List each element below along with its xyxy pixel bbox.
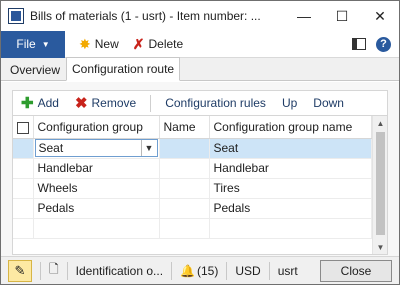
configuration-group-combobox[interactable]: Seat ▼ bbox=[34, 139, 158, 157]
name-cell[interactable] bbox=[159, 158, 210, 179]
configuration-route-grid: Configuration group Name Configuration g… bbox=[12, 115, 388, 255]
grid-table: Configuration group Name Configuration g… bbox=[13, 116, 372, 239]
table-row[interactable]: Handlebar Handlebar bbox=[13, 158, 372, 179]
table-row[interactable]: Seat ▼ Seat bbox=[13, 138, 372, 159]
close-window-button[interactable]: ✕ bbox=[361, 1, 399, 31]
table-row[interactable]: Wheels Tires bbox=[13, 178, 372, 199]
document-icon[interactable]: 🗋 bbox=[49, 260, 59, 281]
identification-status: Identification o... bbox=[75, 263, 164, 278]
sparkle-icon: ✸ bbox=[79, 35, 91, 52]
row-marker bbox=[13, 218, 34, 239]
tab-strip: Overview Configuration route bbox=[1, 57, 399, 81]
minimize-button[interactable]: — bbox=[285, 1, 323, 31]
scroll-up-icon[interactable]: ▲ bbox=[373, 116, 388, 130]
chevron-down-icon: ▼ bbox=[41, 39, 50, 49]
delete-label: Delete bbox=[148, 37, 184, 51]
row-marker[interactable] bbox=[13, 198, 34, 219]
title-bar: Bills of materials (1 - usrt) - Item num… bbox=[1, 1, 399, 31]
configuration-group-cell[interactable]: Handlebar bbox=[33, 158, 160, 179]
file-label: File bbox=[16, 37, 36, 51]
chevron-down-icon[interactable]: ▼ bbox=[140, 140, 157, 156]
empty-cell bbox=[33, 218, 160, 239]
down-button[interactable]: Down bbox=[305, 96, 352, 110]
new-label: New bbox=[94, 37, 119, 51]
row-marker[interactable] bbox=[13, 178, 34, 199]
name-cell[interactable] bbox=[159, 198, 210, 219]
remove-label: Remove bbox=[91, 96, 137, 110]
column-header-configuration-group-name[interactable]: Configuration group name bbox=[209, 116, 372, 139]
tab-overview[interactable]: Overview bbox=[4, 59, 66, 80]
grid-header-row: Configuration group Name Configuration g… bbox=[13, 116, 372, 139]
ribbon-right-tools: ? bbox=[352, 36, 399, 52]
empty-cell bbox=[159, 218, 210, 239]
notifications-status[interactable]: 🔔 (15) bbox=[180, 264, 218, 278]
file-menu-button[interactable]: File ▼ bbox=[1, 30, 65, 58]
status-divider bbox=[66, 261, 68, 280]
bom-window: Bills of materials (1 - usrt) - Item num… bbox=[0, 0, 400, 285]
delete-button[interactable]: ✗ Delete bbox=[133, 36, 183, 53]
vertical-scrollbar[interactable]: ▲ ▼ bbox=[372, 116, 387, 254]
configuration-group-cell[interactable]: Pedals bbox=[33, 198, 160, 219]
help-icon[interactable]: ? bbox=[376, 36, 391, 52]
configuration-group-cell[interactable]: Wheels bbox=[33, 178, 160, 199]
name-cell[interactable] bbox=[159, 178, 210, 199]
status-divider bbox=[40, 261, 41, 280]
configuration-group-cell[interactable]: Seat ▼ bbox=[33, 138, 160, 159]
action-pane: File ▼ ✸ New ✗ Delete ? bbox=[1, 30, 399, 58]
bell-icon: 🔔 bbox=[180, 263, 195, 278]
table-row[interactable]: Pedals Pedals bbox=[13, 198, 372, 219]
configuration-group-name-cell[interactable]: Seat bbox=[209, 138, 372, 159]
select-all-header[interactable] bbox=[13, 116, 34, 139]
empty-cell bbox=[209, 218, 372, 239]
column-header-name[interactable]: Name bbox=[159, 116, 210, 139]
edit-pencil-icon[interactable]: ✎ bbox=[8, 259, 32, 282]
scrollbar-thumb[interactable] bbox=[376, 132, 385, 235]
column-header-configuration-group[interactable]: Configuration group bbox=[33, 116, 160, 139]
add-plus-icon: ✚ bbox=[21, 95, 34, 112]
company-status: usrt bbox=[277, 263, 298, 278]
configuration-group-name-cell[interactable]: Handlebar bbox=[209, 158, 372, 179]
add-button[interactable]: ✚ Add bbox=[13, 94, 67, 112]
window-title: Bills of materials (1 - usrt) - Item num… bbox=[30, 9, 261, 23]
configuration-group-value: Seat bbox=[38, 141, 64, 155]
tab-configuration-route[interactable]: Configuration route bbox=[66, 57, 181, 81]
status-divider bbox=[268, 261, 270, 280]
configuration-group-name-cell[interactable]: Tires bbox=[209, 178, 372, 199]
select-all-checkbox[interactable] bbox=[17, 121, 29, 134]
add-label: Add bbox=[37, 96, 59, 110]
new-button[interactable]: ✸ New bbox=[79, 36, 119, 53]
grid-toolbar: ✚ Add ✖ Remove Configuration rules Up Do… bbox=[12, 90, 388, 115]
up-button[interactable]: Up bbox=[274, 96, 305, 110]
status-divider bbox=[171, 261, 173, 280]
configuration-group-name-cell[interactable]: Pedals bbox=[209, 198, 372, 219]
table-row-empty bbox=[13, 218, 372, 239]
status-divider bbox=[226, 261, 228, 280]
delete-x-icon: ✗ bbox=[132, 35, 145, 52]
remove-button[interactable]: ✖ Remove bbox=[67, 94, 144, 112]
fact-box-panel-icon[interactable] bbox=[352, 38, 366, 50]
currency-status: USD bbox=[235, 263, 261, 278]
app-icon bbox=[8, 8, 24, 24]
row-marker[interactable] bbox=[13, 138, 34, 159]
row-marker[interactable] bbox=[13, 158, 34, 179]
toolbar-divider bbox=[150, 94, 152, 112]
maximize-button[interactable]: ☐ bbox=[323, 1, 361, 31]
status-bar: ✎ 🗋 Identification o... 🔔 (15) USD usrt … bbox=[1, 256, 399, 284]
name-cell[interactable] bbox=[159, 138, 210, 159]
scroll-down-icon[interactable]: ▼ bbox=[373, 240, 388, 254]
remove-x-icon: ✖ bbox=[74, 95, 88, 112]
tab-content: ✚ Add ✖ Remove Configuration rules Up Do… bbox=[1, 82, 399, 257]
close-button[interactable]: Close bbox=[320, 259, 392, 282]
notifications-count: (15) bbox=[197, 263, 219, 278]
configuration-rules-button[interactable]: Configuration rules bbox=[157, 96, 274, 110]
